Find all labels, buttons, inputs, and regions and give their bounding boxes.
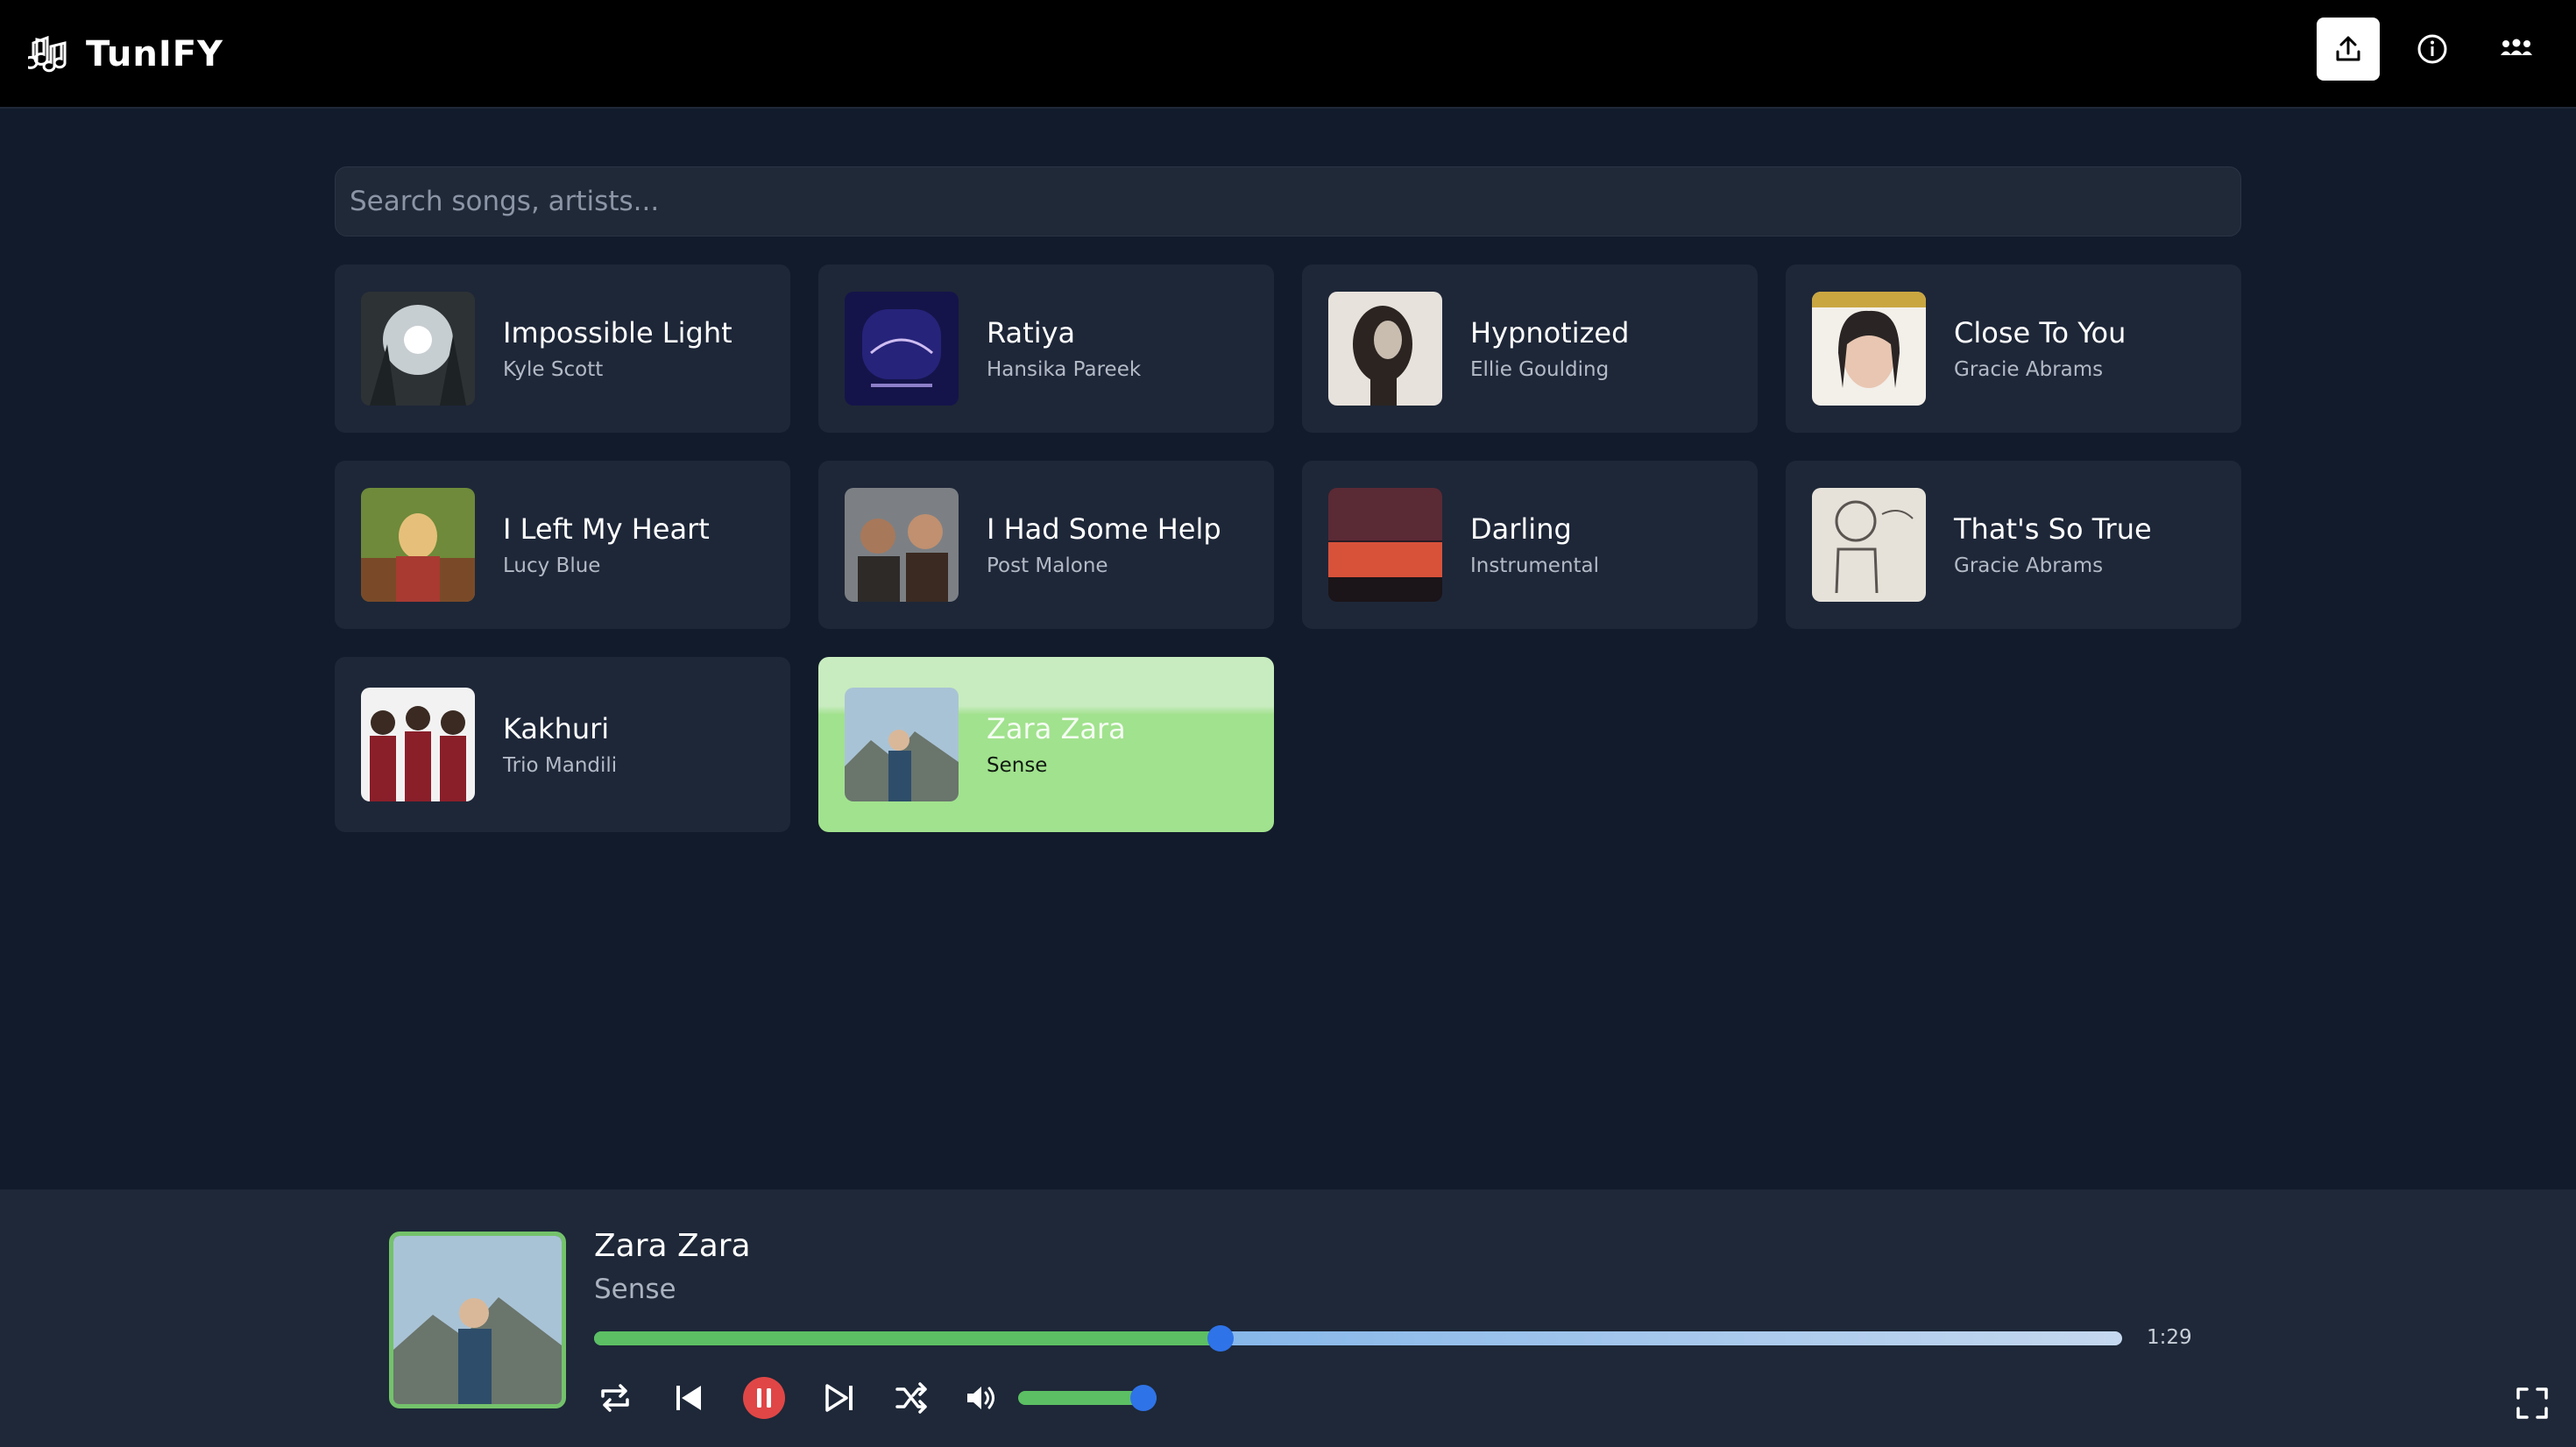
song-artist: Lucy Blue xyxy=(503,554,601,577)
album-art xyxy=(845,488,959,602)
now-playing-art xyxy=(389,1232,566,1408)
player-bar: Zara Zara Sense 1:29 xyxy=(0,1189,2576,1447)
song-title: Close To You xyxy=(1954,316,2127,349)
info-icon xyxy=(2417,34,2447,64)
song-artist: Ellie Goulding xyxy=(1470,358,1610,381)
volume-icon xyxy=(967,1387,994,1409)
brand[interactable]: TunIFY xyxy=(28,26,223,82)
song-card[interactable]: Kakhuri Trio Mandili xyxy=(335,657,790,832)
song-card[interactable]: Close To You Gracie Abrams xyxy=(1786,265,2241,433)
fullscreen-icon xyxy=(2516,1387,2548,1419)
album-art xyxy=(1328,488,1442,602)
previous-button[interactable] xyxy=(664,1373,713,1422)
song-card[interactable]: Hypnotized Ellie Goulding xyxy=(1302,265,1758,433)
upload-icon xyxy=(2336,36,2360,61)
progress-fill xyxy=(594,1331,1221,1345)
song-title: Hypnotized xyxy=(1470,316,1630,349)
album-art xyxy=(361,688,475,801)
song-title: That's So True xyxy=(1954,512,2152,546)
song-artist: Trio Mandili xyxy=(503,754,618,777)
song-title: Zara Zara xyxy=(987,712,1126,745)
song-title: I Left My Heart xyxy=(503,512,710,546)
song-card[interactable]: Darling Instrumental xyxy=(1302,461,1758,629)
previous-icon xyxy=(676,1386,701,1410)
search-input[interactable] xyxy=(335,166,2241,236)
next-icon xyxy=(825,1384,853,1412)
music-note-icon xyxy=(28,35,67,73)
song-title: Impossible Light xyxy=(503,316,732,349)
song-card[interactable]: I Left My Heart Lucy Blue xyxy=(335,461,790,629)
song-card[interactable]: That's So True Gracie Abrams xyxy=(1786,461,2241,629)
song-card-active[interactable]: Zara Zara Sense xyxy=(818,657,1274,832)
song-card[interactable]: Impossible Light Kyle Scott xyxy=(335,265,790,433)
album-art xyxy=(845,688,959,801)
song-title: I Had Some Help xyxy=(987,512,1221,546)
people-button[interactable] xyxy=(2485,18,2548,81)
song-artist: Kyle Scott xyxy=(503,358,604,381)
people-icon xyxy=(2501,39,2532,55)
song-artist: Gracie Abrams xyxy=(1954,358,2104,381)
song-artist: Hansika Pareek xyxy=(987,358,1142,381)
app-title: TunIFY xyxy=(86,34,224,74)
volume-button[interactable] xyxy=(957,1373,1006,1422)
album-art xyxy=(1328,292,1442,406)
song-card[interactable]: Ratiya Hansika Pareek xyxy=(818,265,1274,433)
top-bar: TunIFY xyxy=(0,0,2576,109)
song-title: Ratiya xyxy=(987,316,1076,349)
pause-icon xyxy=(743,1377,785,1419)
album-art xyxy=(1812,488,1926,602)
info-button[interactable] xyxy=(2401,18,2464,81)
now-playing-artist: Sense xyxy=(594,1274,676,1305)
pause-button[interactable] xyxy=(740,1373,789,1422)
repeat-button[interactable] xyxy=(591,1373,640,1422)
shuffle-icon xyxy=(895,1382,927,1414)
fullscreen-button[interactable] xyxy=(2513,1384,2551,1422)
now-playing-title: Zara Zara xyxy=(594,1228,751,1264)
song-artist: Gracie Abrams xyxy=(1954,554,2104,577)
upload-button[interactable] xyxy=(2317,18,2380,81)
album-art xyxy=(361,488,475,602)
next-button[interactable] xyxy=(815,1373,864,1422)
song-artist: Post Malone xyxy=(987,554,1108,577)
volume-thumb[interactable] xyxy=(1130,1385,1157,1411)
song-artist: Instrumental xyxy=(1470,554,1600,577)
song-title: Darling xyxy=(1470,512,1572,546)
song-title: Kakhuri xyxy=(503,712,610,745)
repeat-icon xyxy=(601,1384,629,1412)
album-art xyxy=(845,292,959,406)
progress-thumb[interactable] xyxy=(1207,1325,1235,1352)
album-art xyxy=(361,292,475,406)
song-card[interactable]: I Had Some Help Post Malone xyxy=(818,461,1274,629)
progress-bar[interactable] xyxy=(594,1325,2122,1352)
album-art xyxy=(1812,292,1926,406)
song-artist: Sense xyxy=(987,754,1048,777)
shuffle-button[interactable] xyxy=(887,1373,936,1422)
time-display: 1:29 xyxy=(2147,1326,2192,1349)
